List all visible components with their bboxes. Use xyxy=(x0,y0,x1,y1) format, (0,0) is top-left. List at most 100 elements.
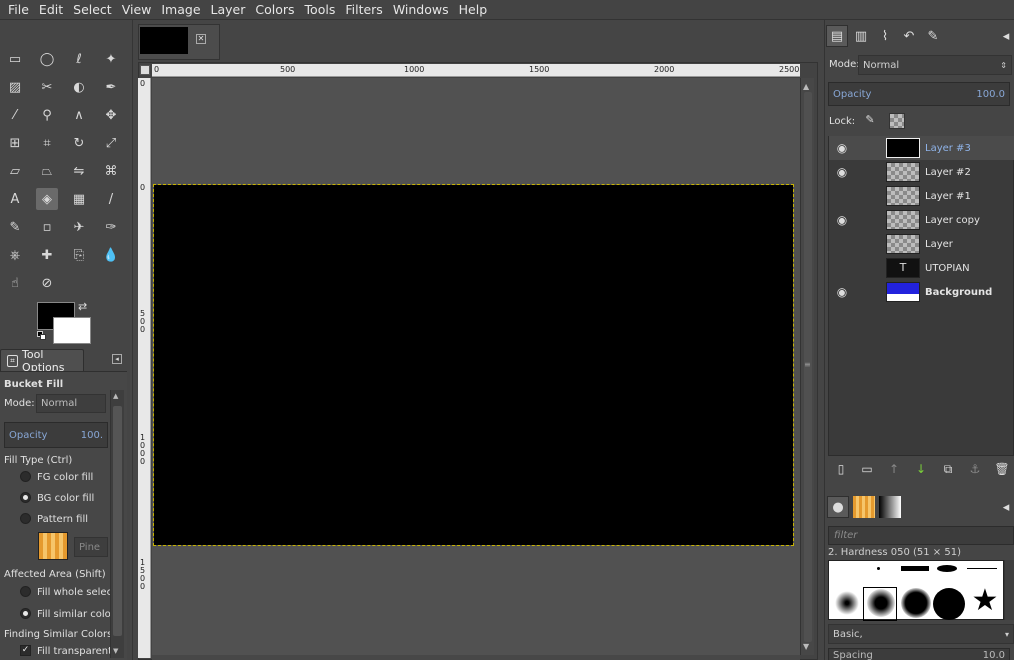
align-icon[interactable]: ⊞ xyxy=(4,132,26,154)
brush-item[interactable] xyxy=(877,567,880,570)
perspective-icon[interactable]: ⏢ xyxy=(36,160,58,182)
fill-transparent-checkbox[interactable]: ✓ xyxy=(20,645,31,656)
layer-row[interactable]: T UTOPIAN xyxy=(829,256,1014,280)
fill-similar-colors-radio[interactable] xyxy=(20,608,31,619)
brush-item[interactable] xyxy=(967,568,997,569)
lock-pixels-icon[interactable]: ✎ xyxy=(862,113,878,129)
brush-item[interactable] xyxy=(867,589,895,617)
color-picker-icon[interactable]: ⁄ xyxy=(4,104,26,126)
airbrush-icon[interactable]: ✈ xyxy=(68,216,90,238)
brush-tab-icon[interactable]: ✎ xyxy=(922,25,944,47)
swap-colors-icon[interactable]: ⇄ xyxy=(78,300,87,313)
brush-item[interactable] xyxy=(901,588,931,618)
channels-tab-icon[interactable]: ▥ xyxy=(850,25,872,47)
paths-icon[interactable]: ✒ xyxy=(100,76,122,98)
tool-options-scrollbar[interactable]: ▲ ▼ xyxy=(110,390,124,658)
zoom-icon[interactable]: ⚲ xyxy=(36,104,58,126)
default-colors-icon[interactable] xyxy=(37,331,47,341)
rect-select-icon[interactable]: ▭ xyxy=(4,48,26,70)
layer-row[interactable]: Layer #1 xyxy=(829,184,1014,208)
layer-row[interactable]: ◉ Layer copy xyxy=(829,208,1014,232)
fuzzy-select-icon[interactable]: ✦ xyxy=(100,48,122,70)
layer-row[interactable]: ◉ Background xyxy=(829,280,1014,304)
configure-tab-icon[interactable]: ◂ xyxy=(998,496,1014,518)
new-layer-group-icon[interactable]: ▭ xyxy=(858,460,876,478)
fg-color-fill-radio[interactable] xyxy=(20,471,31,482)
mode-dropdown[interactable]: Normal xyxy=(36,394,106,413)
bg-color-fill-radio[interactable] xyxy=(20,492,31,503)
vertical-ruler[interactable]: 0 0 500 1000 1500 xyxy=(138,78,151,658)
raise-layer-icon[interactable]: ↑ xyxy=(885,460,903,478)
layer-row[interactable]: Layer xyxy=(829,232,1014,256)
eye-icon[interactable]: ◉ xyxy=(835,165,849,179)
brush-grid[interactable]: ★ xyxy=(828,560,1004,621)
delete-layer-icon[interactable]: 🗑 xyxy=(993,460,1011,478)
tab-tool-options[interactable]: ⌗ Tool Options xyxy=(0,348,84,374)
brush-item[interactable] xyxy=(835,591,859,615)
free-select-icon[interactable]: ℓ xyxy=(68,48,90,70)
rotate-icon[interactable]: ↻ xyxy=(68,132,90,154)
image-thumbnail[interactable] xyxy=(140,27,188,54)
brush-item[interactable] xyxy=(933,588,965,620)
background-color-swatch[interactable] xyxy=(53,317,91,344)
bucket-fill-icon[interactable]: ◈ xyxy=(36,188,58,210)
menu-edit[interactable]: Edit xyxy=(39,2,63,17)
menu-help[interactable]: Help xyxy=(459,2,488,17)
star-brush-icon[interactable]: ★ xyxy=(969,585,1001,617)
layer-row[interactable]: ◉ Layer #3 xyxy=(829,136,1014,160)
duplicate-layer-icon[interactable]: ⧉ xyxy=(939,460,957,478)
menu-tools[interactable]: Tools xyxy=(305,2,336,17)
configure-tab-icon[interactable]: ◂ xyxy=(112,354,122,364)
eraser-icon[interactable]: ▫ xyxy=(36,216,58,238)
measure-icon[interactable]: ∧ xyxy=(68,104,90,126)
shear-icon[interactable]: ▱ xyxy=(4,160,26,182)
scale-icon[interactable]: ⤢ xyxy=(100,132,122,154)
fill-whole-selection-radio[interactable] xyxy=(20,586,31,597)
cage-icon[interactable]: ⌘ xyxy=(100,160,122,182)
menu-layer[interactable]: Layer xyxy=(211,2,246,17)
move-icon[interactable]: ✥ xyxy=(100,104,122,126)
menu-windows[interactable]: Windows xyxy=(393,2,449,17)
brush-grid-scrollbar[interactable] xyxy=(1004,560,1014,620)
canvas-vertical-scrollbar[interactable]: ▲ ≡ ▼ xyxy=(800,78,814,655)
clone-icon[interactable]: ⎈ xyxy=(4,244,26,266)
crop-icon[interactable]: ⌗ xyxy=(36,132,58,154)
eye-icon[interactable]: ◉ xyxy=(835,213,849,227)
select-by-color-icon[interactable]: ▨ xyxy=(4,76,26,98)
canvas-horizontal-scrollbar[interactable] xyxy=(152,655,800,660)
gradients-tab-icon[interactable] xyxy=(879,496,901,518)
configure-tab-icon[interactable]: ◂ xyxy=(998,25,1014,47)
eye-icon[interactable]: ◉ xyxy=(835,141,849,155)
quick-mask-toggle[interactable] xyxy=(140,65,150,75)
smudge-icon[interactable]: ☝ xyxy=(4,272,26,294)
new-layer-icon[interactable]: ▯ xyxy=(832,460,850,478)
perspective-clone-icon[interactable]: ⎘ xyxy=(68,244,90,266)
brush-tag-dropdown[interactable]: Basic, ▾ xyxy=(828,624,1014,644)
menu-image[interactable]: Image xyxy=(161,2,200,17)
menu-filters[interactable]: Filters xyxy=(345,2,382,17)
menu-view[interactable]: View xyxy=(122,2,152,17)
close-icon[interactable]: ✕ xyxy=(196,34,206,44)
undo-history-tab-icon[interactable]: ↶ xyxy=(898,25,920,47)
ink-icon[interactable]: ✑ xyxy=(100,216,122,238)
menu-file[interactable]: File xyxy=(8,2,29,17)
patterns-tab-icon[interactable] xyxy=(853,496,875,518)
pencil-icon[interactable]: / xyxy=(100,188,122,210)
eye-icon[interactable]: ◉ xyxy=(835,285,849,299)
scissors-icon[interactable]: ✂ xyxy=(36,76,58,98)
brush-item[interactable] xyxy=(901,566,929,571)
pattern-name-field[interactable]: Pine xyxy=(74,537,108,557)
lock-alpha-icon[interactable] xyxy=(889,113,905,129)
brushes-tab-icon[interactable]: ● xyxy=(827,496,849,518)
layers-tab-icon[interactable]: ▤ xyxy=(826,25,848,47)
flip-icon[interactable]: ⇋ xyxy=(68,160,90,182)
heal-icon[interactable]: ✚ xyxy=(36,244,58,266)
ellipse-select-icon[interactable]: ◯ xyxy=(36,48,58,70)
paths-tab-icon[interactable]: ⌇ xyxy=(874,25,896,47)
layers-mode-dropdown[interactable]: Normal ⇕ xyxy=(858,55,1012,75)
pattern-fill-radio[interactable] xyxy=(20,513,31,524)
paintbrush-icon[interactable]: ✎ xyxy=(4,216,26,238)
lower-layer-icon[interactable]: ↓ xyxy=(912,460,930,478)
horizontal-ruler[interactable]: 0 500 1000 1500 2000 2500 xyxy=(152,64,800,77)
blur-icon[interactable]: 💧 xyxy=(100,244,122,266)
